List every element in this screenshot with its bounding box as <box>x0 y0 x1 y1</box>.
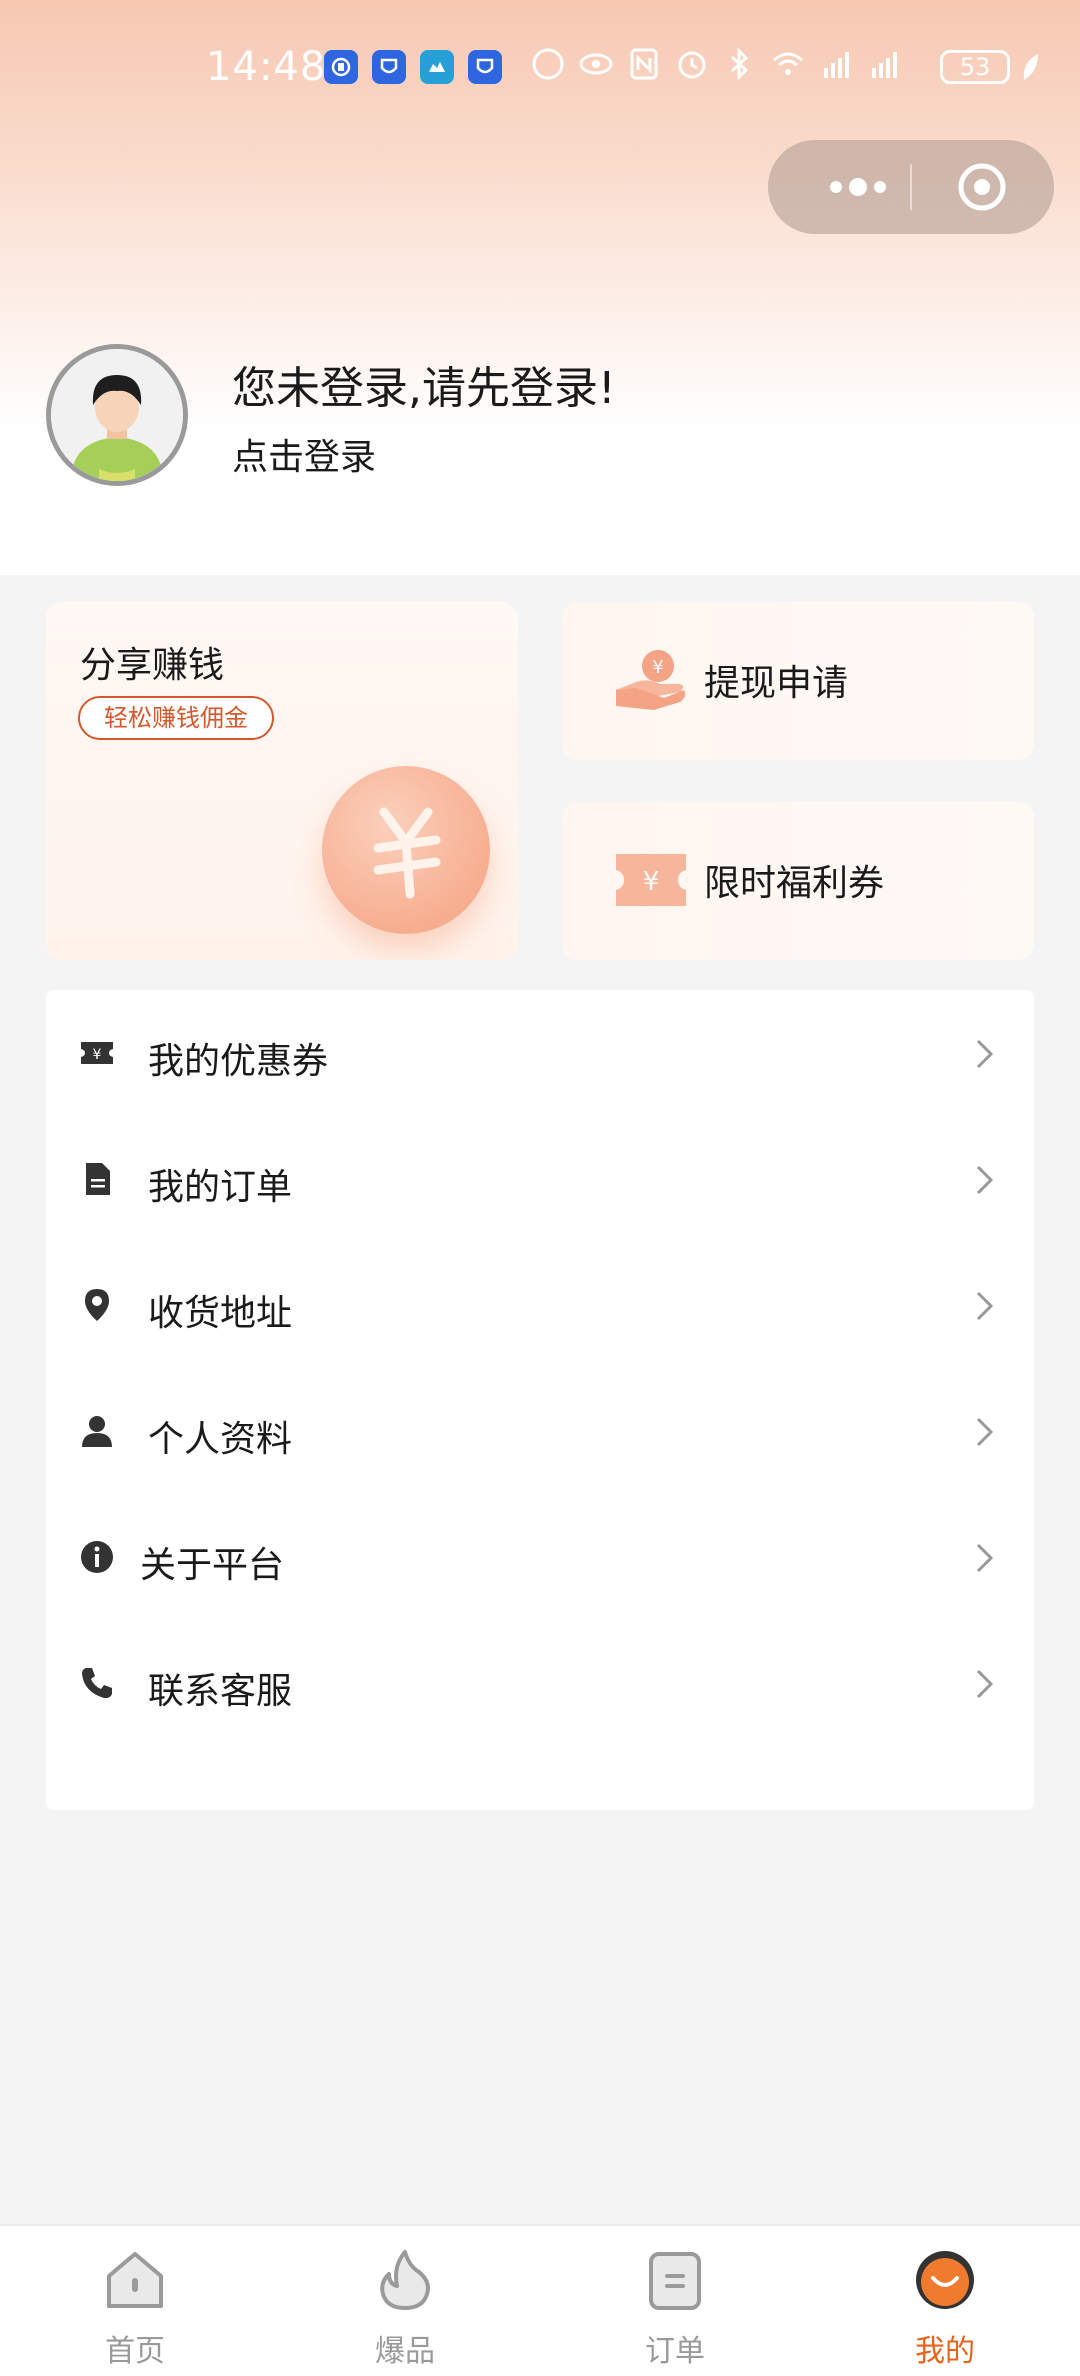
svg-text:¥: ¥ <box>652 657 663 678</box>
nfc-icon <box>630 48 658 80</box>
avatar[interactable] <box>46 344 188 486</box>
system-icons <box>530 46 902 82</box>
chevron-right-icon <box>976 1165 994 1195</box>
tab-orders[interactable]: 订单 <box>540 2226 810 2376</box>
clipboard-icon <box>649 2252 701 2310</box>
menu-item-profile[interactable]: 个人资料 <box>46 1368 1034 1494</box>
menu-item-address[interactable]: 收货地址 <box>46 1242 1034 1368</box>
menu-item-about[interactable]: 关于平台 <box>46 1494 1034 1620</box>
leaf-icon <box>1023 54 1038 80</box>
chevron-right-icon <box>976 1039 994 1069</box>
app-notification-icon <box>324 50 358 84</box>
chevron-right-icon <box>976 1417 994 1447</box>
hd-icon <box>532 48 564 80</box>
battery-indicator: 53 <box>940 50 1010 84</box>
status-bar: 14:48 53 <box>0 0 1080 140</box>
menu-label: 我的优惠券 <box>148 1041 329 1082</box>
document-icon <box>86 1163 110 1195</box>
menu-label: 我的订单 <box>148 1167 293 1208</box>
bluetooth-icon <box>730 47 749 81</box>
chevron-right-icon <box>976 1669 994 1699</box>
location-pin-icon <box>85 1289 109 1321</box>
miniprogram-capsule <box>768 140 1054 234</box>
menu-label: 收货地址 <box>148 1293 293 1334</box>
bottom-tab-bar: 首页 爆品 订单 我的 <box>0 2224 1080 2376</box>
withdraw-card[interactable]: ¥ 提现申请 <box>562 602 1034 760</box>
menu-label: 个人资料 <box>148 1419 293 1460</box>
share-earn-title: 分享赚钱 <box>80 645 225 686</box>
phone-icon <box>82 1668 112 1699</box>
svg-text:¥: ¥ <box>643 867 660 897</box>
tab-mine[interactable]: 我的 <box>810 2226 1080 2376</box>
signal-5g-icon <box>824 52 849 78</box>
close-miniprogram-icon[interactable] <box>956 161 1008 213</box>
withdraw-label: 提现申请 <box>704 663 849 704</box>
tab-home[interactable]: 首页 <box>0 2226 270 2376</box>
hand-coin-icon: ¥ <box>616 650 686 710</box>
info-icon <box>81 1541 113 1573</box>
menu-label: 关于平台 <box>140 1545 285 1586</box>
status-time: 14:48 <box>206 44 327 90</box>
person-icon <box>82 1416 112 1447</box>
chevron-right-icon <box>976 1291 994 1321</box>
share-earn-card[interactable]: 分享赚钱 轻松赚钱佣金 <box>46 602 518 960</box>
ticket-icon: ¥ <box>616 854 686 906</box>
menu-item-support[interactable]: 联系客服 <box>46 1620 1034 1746</box>
home-icon <box>107 2252 163 2308</box>
login-prompt-title: 您未登录,请先登录! <box>232 363 616 414</box>
menu-list: ¥ 我的优惠券 我的订单 收货地址 个人资料 关于平台 联系客服 <box>46 990 1034 1810</box>
yuan-coin-icon <box>322 766 490 934</box>
tab-label: 订单 <box>645 2334 705 2369</box>
more-icon[interactable] <box>808 169 908 205</box>
svg-text:¥: ¥ <box>93 1047 102 1063</box>
login-link[interactable]: 点击登录 <box>232 428 376 480</box>
tab-label: 首页 <box>105 2334 165 2369</box>
signal-4g-icon <box>872 52 897 78</box>
chevron-right-icon <box>976 1543 994 1573</box>
alarm-icon <box>678 51 706 79</box>
camel-app-icon <box>420 50 454 84</box>
menu-label: 联系客服 <box>148 1671 293 1712</box>
tab-label: 爆品 <box>375 2334 435 2369</box>
menu-item-orders[interactable]: 我的订单 <box>46 1116 1034 1242</box>
capsule-divider <box>910 164 912 210</box>
smile-icon <box>916 2251 974 2309</box>
flame-icon <box>380 2250 430 2310</box>
tab-hot[interactable]: 爆品 <box>270 2226 540 2376</box>
share-earn-tag: 轻松赚钱佣金 <box>78 696 274 740</box>
shield-app-icon <box>372 50 406 84</box>
limited-coupon-label: 限时福利券 <box>704 863 885 904</box>
notification-icons <box>324 50 502 84</box>
eye-icon <box>579 53 613 75</box>
wifi-icon <box>773 52 803 75</box>
shield-app-icon <box>468 50 502 84</box>
limited-coupon-card[interactable]: ¥ 限时福利券 <box>562 802 1034 960</box>
coupon-icon: ¥ <box>81 1042 113 1064</box>
menu-item-coupons[interactable]: ¥ 我的优惠券 <box>46 990 1034 1116</box>
tab-label: 我的 <box>915 2334 975 2369</box>
